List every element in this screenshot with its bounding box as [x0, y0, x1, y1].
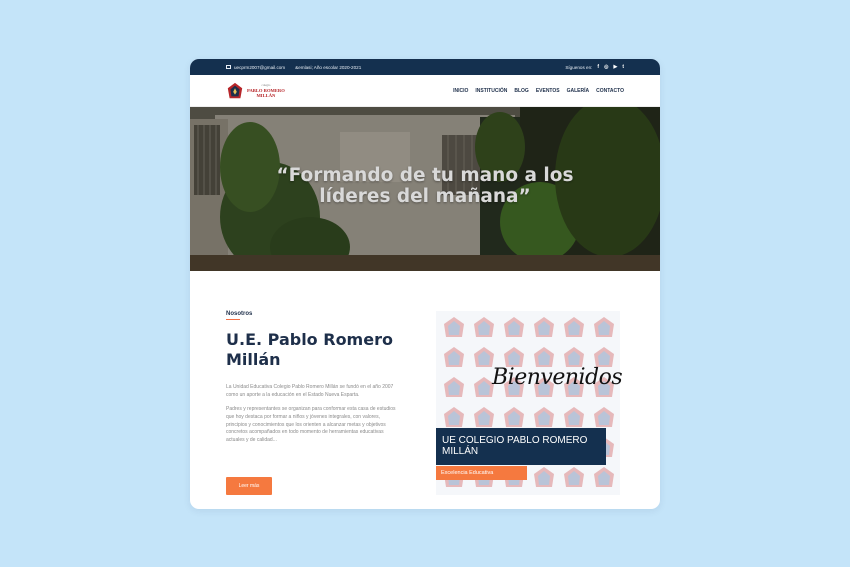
section-eyebrow: Nosotros: [226, 311, 253, 317]
about-paragraph-2: Padres y representantes se organizan par…: [226, 406, 396, 443]
menu-blog[interactable]: BLOG: [514, 88, 528, 94]
menu-contacto[interactable]: CONTACTO: [596, 88, 624, 94]
hero-quote: “Formando de tu mano a los líderes del m…: [276, 165, 574, 207]
welcome-title: UE COLEGIO PABLO ROMERO MILLÁN: [436, 428, 606, 465]
about-paragraph-1: La Unidad Educativa Colegio Pablo Romero…: [226, 384, 394, 398]
menu-galeria[interactable]: GALERÍA: [567, 88, 590, 94]
contact-email[interactable]: uecprm2007@gmail.com: [226, 65, 285, 70]
top-bar: uecprm2007@gmail.com &emlasi; Año escola…: [190, 59, 660, 75]
instagram-icon[interactable]: ◎: [604, 64, 608, 70]
school-year: &emlasi; Año escolar 2020-2021: [295, 64, 362, 70]
welcome-image: Bienvenidos UE COLEGIO PABLO ROMERO MILL…: [436, 311, 623, 495]
menu-inicio[interactable]: INICIO: [453, 88, 468, 94]
menu: INICIO INSTITUCIÓN BLOG EVENTOS GALERÍA …: [453, 88, 624, 94]
school-logo[interactable]: colegio PABLO ROMERO MILLÁN: [226, 82, 285, 100]
mail-icon: [226, 65, 231, 69]
menu-institucion[interactable]: INSTITUCIÓN: [475, 88, 507, 94]
follow-label: Síguenos en:: [565, 64, 593, 70]
crest-icon: [227, 82, 243, 98]
logo-text: colegio PABLO ROMERO MILLÁN: [247, 83, 285, 98]
welcome-tag: Excelencia Educativa: [436, 466, 527, 480]
about-section: Nosotros U.E. Pablo Romero Millán La Uni…: [226, 311, 396, 444]
youtube-icon[interactable]: ▶: [613, 64, 617, 70]
read-more-button[interactable]: Leer más: [226, 477, 272, 495]
website-card: uecprm2007@gmail.com &emlasi; Año escola…: [190, 59, 660, 509]
about-title: U.E. Pablo Romero Millán: [226, 330, 393, 370]
hero-banner: “Formando de tu mano a los líderes del m…: [190, 107, 660, 271]
facebook-icon[interactable]: f: [597, 64, 599, 70]
welcome-script: Bienvenidos: [492, 365, 623, 390]
social-links: Síguenos en: f ◎ ▶ t: [565, 64, 624, 70]
main-nav: colegio PABLO ROMERO MILLÁN INICIO INSTI…: [190, 75, 660, 107]
logo-line2: MILLÁN: [256, 93, 276, 98]
eyebrow-underline: [226, 319, 240, 321]
email-text: uecprm2007@gmail.com: [234, 64, 286, 70]
menu-eventos[interactable]: EVENTOS: [536, 88, 560, 94]
twitter-icon[interactable]: t: [622, 64, 624, 70]
